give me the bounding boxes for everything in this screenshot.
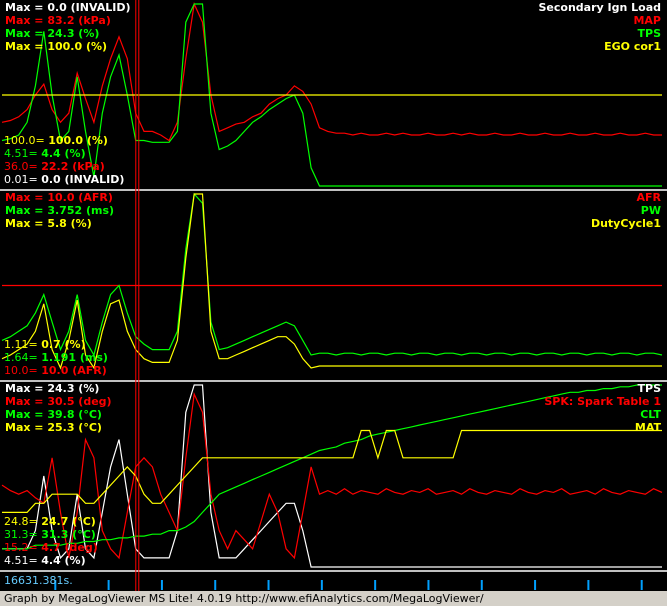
min-label-value: 24.7 (°C) — [41, 515, 96, 528]
min-label-range: 24.8= — [4, 515, 42, 528]
min-label-value: 31.3 (°C) — [41, 528, 96, 541]
min-label: 4.51= 4.4 (%) — [4, 147, 86, 160]
min-label: 31.3= 31.3 (°C) — [4, 528, 96, 541]
max-label: Max = 24.3 (%) — [5, 382, 100, 395]
min-label: 24.8= 24.7 (°C) — [4, 515, 96, 528]
max-label: Max = 24.3 (%) — [5, 27, 100, 40]
series-name-label: MAT — [634, 421, 661, 434]
series-name-label: DutyCycle1 — [590, 217, 661, 230]
min-label: 0.01= 0.0 (INVALID) — [4, 173, 124, 186]
footer-text: Graph by MegaLogViewer MS Lite! 4.0.19 h… — [4, 592, 484, 605]
min-label-range: 4.51= — [4, 147, 42, 160]
min-label: 4.51= 4.4 (%) — [4, 554, 86, 567]
min-label-range: 36.0= — [4, 160, 42, 173]
max-label: Max = 39.8 (°C) — [5, 408, 102, 421]
footer: Graph by MegaLogViewer MS Lite! 4.0.19 h… — [0, 591, 667, 606]
min-label-value: 22.2 (kPa) — [41, 160, 105, 173]
min-label-value: 10.0 (AFR) — [41, 364, 107, 377]
series-name-label: SPK: Spark Table 1 — [544, 395, 661, 408]
min-label-value: 100.0 (%) — [48, 134, 108, 147]
series-name-label: Secondary Ign Load — [538, 1, 661, 14]
min-label: 15.2= 4.7 (deg) — [4, 541, 98, 554]
max-label: Max = 0.0 (INVALID) — [5, 1, 131, 14]
series-line-dutycycle1 — [1, 193, 662, 370]
series-name-label: MAP — [633, 14, 661, 27]
min-label-value: 4.4 (%) — [41, 554, 86, 567]
min-label: 1.64= 1.191 (ms) — [4, 351, 108, 364]
series-line-pw — [1, 192, 663, 357]
time-readout: 16631.381s. — [4, 574, 73, 587]
min-label: 1.11= 0.7 (%) — [4, 338, 86, 351]
series-name-label: PW — [640, 204, 661, 217]
max-label: Max = 10.0 (AFR) — [5, 191, 113, 204]
min-label-value: 0.0 (INVALID) — [41, 173, 125, 186]
min-label-range: 4.51= — [4, 554, 42, 567]
min-label-range: 1.64= — [4, 351, 42, 364]
max-label: Max = 30.5 (deg) — [5, 395, 112, 408]
min-label: 36.0= 22.2 (kPa) — [4, 160, 105, 173]
series-name-label: EGO cor1 — [604, 40, 661, 53]
min-label-range: 1.11= — [4, 338, 42, 351]
series-name-label: TPS — [637, 27, 662, 40]
series-line-mat — [2, 429, 662, 514]
min-label-value: 0.7 (%) — [41, 338, 86, 351]
max-label: Max = 3.752 (ms) — [5, 204, 115, 217]
min-label-value: 4.7 (deg) — [41, 541, 98, 554]
min-label: 10.0= 10.0 (AFR) — [4, 364, 107, 377]
series-name-label: AFR — [636, 191, 662, 204]
max-label: Max = 83.2 (kPa) — [5, 14, 111, 27]
series-name-label: CLT — [640, 408, 661, 421]
min-label-range: 15.2= — [4, 541, 42, 554]
max-label: Max = 100.0 (%) — [5, 40, 108, 53]
min-label-range: 0.01= — [4, 173, 42, 186]
max-label: Max = 5.8 (%) — [5, 217, 92, 230]
min-label-range: 10.0= — [4, 364, 42, 377]
min-label-value: 4.4 (%) — [41, 147, 86, 160]
series-name-label: TPS — [637, 382, 662, 395]
min-label: 100.0= 100.0 (%) — [4, 134, 108, 147]
log-graph[interactable] — [0, 0, 667, 606]
max-label: Max = 25.3 (°C) — [5, 421, 102, 434]
min-label-range: 31.3= — [4, 528, 42, 541]
min-label-range: 100.0= — [4, 134, 49, 147]
min-label-value: 1.191 (ms) — [41, 351, 108, 364]
